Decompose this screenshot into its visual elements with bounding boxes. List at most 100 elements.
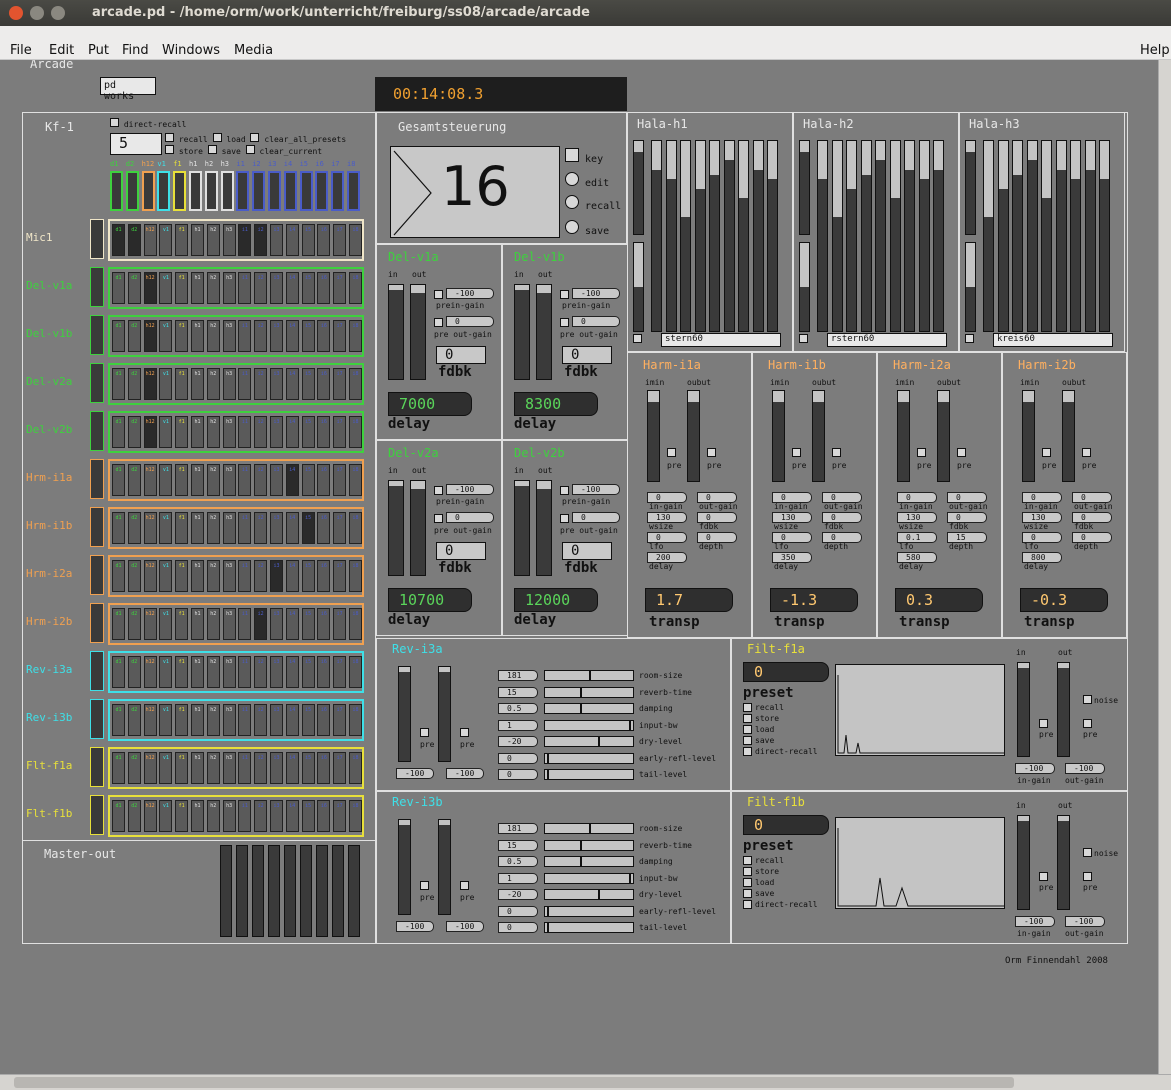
pre-toggle[interactable]: [1083, 719, 1092, 728]
filter-gain-slider[interactable]: [1017, 815, 1030, 910]
matrix-cell[interactable]: i7: [333, 560, 347, 592]
pre-toggle[interactable]: [420, 881, 429, 890]
reverb-param-number[interactable]: 1: [498, 719, 538, 731]
matrix-cell[interactable]: i6: [317, 320, 331, 352]
matrix-cell[interactable]: h12: [143, 608, 157, 640]
fdbk-number[interactable]: 0: [436, 542, 486, 560]
hala-pattern-name[interactable]: stern60: [661, 333, 781, 347]
hala-channel-slider[interactable]: [875, 140, 886, 332]
matrix-cell[interactable]: h12: [143, 464, 157, 496]
preout-toggle[interactable]: [560, 514, 569, 523]
fdbk-number[interactable]: 0: [436, 346, 486, 364]
reverb-param-number[interactable]: -20: [498, 736, 538, 747]
matrix-cell[interactable]: i4: [285, 464, 299, 496]
matrix-cell[interactable]: i2: [254, 416, 268, 448]
column-level-bar[interactable]: [299, 171, 313, 211]
matrix-cell[interactable]: h3: [222, 656, 236, 688]
menu-file[interactable]: File: [10, 43, 32, 58]
hala-pattern-name[interactable]: kreis60: [993, 333, 1113, 347]
matrix-cell[interactable]: i3: [270, 272, 283, 304]
reverb-param-slider[interactable]: [544, 889, 634, 900]
matrix-cell[interactable]: i5: [301, 656, 315, 688]
reverb-param-slider[interactable]: [544, 736, 634, 747]
filter-option-toggle[interactable]: [743, 878, 752, 887]
matrix-cell[interactable]: h3: [222, 224, 236, 256]
matrix-cell[interactable]: i5: [301, 560, 315, 592]
gain-slider[interactable]: [410, 480, 426, 576]
matrix-cell[interactable]: d2: [127, 464, 141, 496]
reverb-param-slider[interactable]: [544, 823, 634, 834]
matrix-cell[interactable]: h3: [222, 608, 236, 640]
matrix-cell[interactable]: d2: [127, 416, 141, 448]
out-gain-number[interactable]: 0: [446, 316, 494, 327]
reverb-param-number[interactable]: 1: [498, 872, 538, 884]
clear-all-label[interactable]: clear_all_presets: [264, 135, 346, 144]
hala-channel-slider[interactable]: [997, 140, 1009, 332]
transp-number[interactable]: 0.3: [895, 588, 983, 612]
matrix-cell[interactable]: i8: [349, 416, 362, 448]
load-label[interactable]: load: [226, 135, 245, 144]
hala-channel-slider[interactable]: [817, 140, 828, 332]
matrix-cell[interactable]: i3: [270, 320, 283, 352]
gain-slider[interactable]: [388, 284, 404, 380]
matrix-cell[interactable]: i6: [317, 800, 331, 832]
matrix-cell[interactable]: i1: [238, 368, 252, 400]
matrix-cell[interactable]: d1: [112, 656, 125, 688]
matrix-cell[interactable]: h12: [143, 224, 157, 256]
matrix-cell[interactable]: i5: [301, 512, 315, 544]
matrix-cell[interactable]: h2: [206, 320, 220, 352]
matrix-cell[interactable]: h2: [206, 656, 220, 688]
matrix-cell[interactable]: h1: [191, 752, 204, 784]
matrix-cell[interactable]: h2: [206, 752, 220, 784]
scroll-thumb[interactable]: [14, 1077, 1014, 1088]
matrix-cell[interactable]: i6: [317, 704, 331, 736]
matrix-cell[interactable]: d1: [112, 560, 125, 592]
reverb-param-number[interactable]: 0: [498, 922, 538, 933]
matrix-cell[interactable]: i6: [317, 368, 331, 400]
hala-channel-slider[interactable]: [1026, 140, 1038, 332]
transp-number[interactable]: -0.3: [1020, 588, 1108, 612]
pre-toggle[interactable]: [1082, 448, 1091, 457]
matrix-cell[interactable]: i2: [254, 800, 268, 832]
hala-channel-slider[interactable]: [1084, 140, 1096, 332]
matrix-cell[interactable]: v1: [159, 656, 173, 688]
reverb-param-slider[interactable]: [544, 922, 634, 933]
matrix-cell[interactable]: i6: [317, 608, 331, 640]
matrix-cell[interactable]: i7: [333, 464, 347, 496]
hala-master-slider[interactable]: [965, 140, 976, 235]
reverb-param-number[interactable]: 0.5: [498, 856, 538, 867]
matrix-cell[interactable]: i2: [254, 464, 268, 496]
matrix-cell[interactable]: i5: [301, 800, 315, 832]
matrix-cell[interactable]: i8: [349, 368, 362, 400]
menu-find[interactable]: Find: [122, 43, 149, 58]
reverb-param-slider[interactable]: [544, 839, 634, 851]
matrix-cell[interactable]: f1: [175, 560, 189, 592]
hala-master-slider[interactable]: [799, 242, 810, 332]
matrix-cell[interactable]: v1: [159, 704, 173, 736]
harm-gain-slider[interactable]: [687, 390, 700, 482]
delay-number[interactable]: 8300: [514, 392, 598, 416]
matrix-cell[interactable]: h3: [222, 368, 236, 400]
matrix-cell[interactable]: h3: [222, 752, 236, 784]
pre-toggle[interactable]: [460, 728, 469, 737]
matrix-cell[interactable]: f1: [175, 320, 189, 352]
matrix-cell[interactable]: i3: [270, 752, 283, 784]
matrix-cell[interactable]: d2: [127, 608, 141, 640]
matrix-cell[interactable]: h12: [143, 704, 157, 736]
matrix-cell[interactable]: h12: [143, 800, 157, 832]
matrix-cell[interactable]: v1: [159, 752, 173, 784]
matrix-cell[interactable]: h1: [191, 368, 204, 400]
matrix-cell[interactable]: i1: [238, 608, 252, 640]
hala-channel-slider[interactable]: [831, 140, 843, 332]
matrix-cell[interactable]: i6: [317, 656, 331, 688]
matrix-cell[interactable]: d2: [127, 560, 141, 592]
pre-toggle[interactable]: [420, 728, 429, 737]
save-label[interactable]: save: [222, 147, 241, 156]
matrix-cell[interactable]: f1: [175, 272, 189, 304]
matrix-cell[interactable]: i2: [254, 656, 268, 688]
harm-gain-slider[interactable]: [1062, 390, 1075, 482]
column-level-bar[interactable]: [347, 171, 360, 211]
filter-option-toggle[interactable]: [743, 703, 752, 712]
filter-gain-slider[interactable]: [1017, 662, 1030, 757]
matrix-cell[interactable]: h12: [143, 272, 157, 304]
